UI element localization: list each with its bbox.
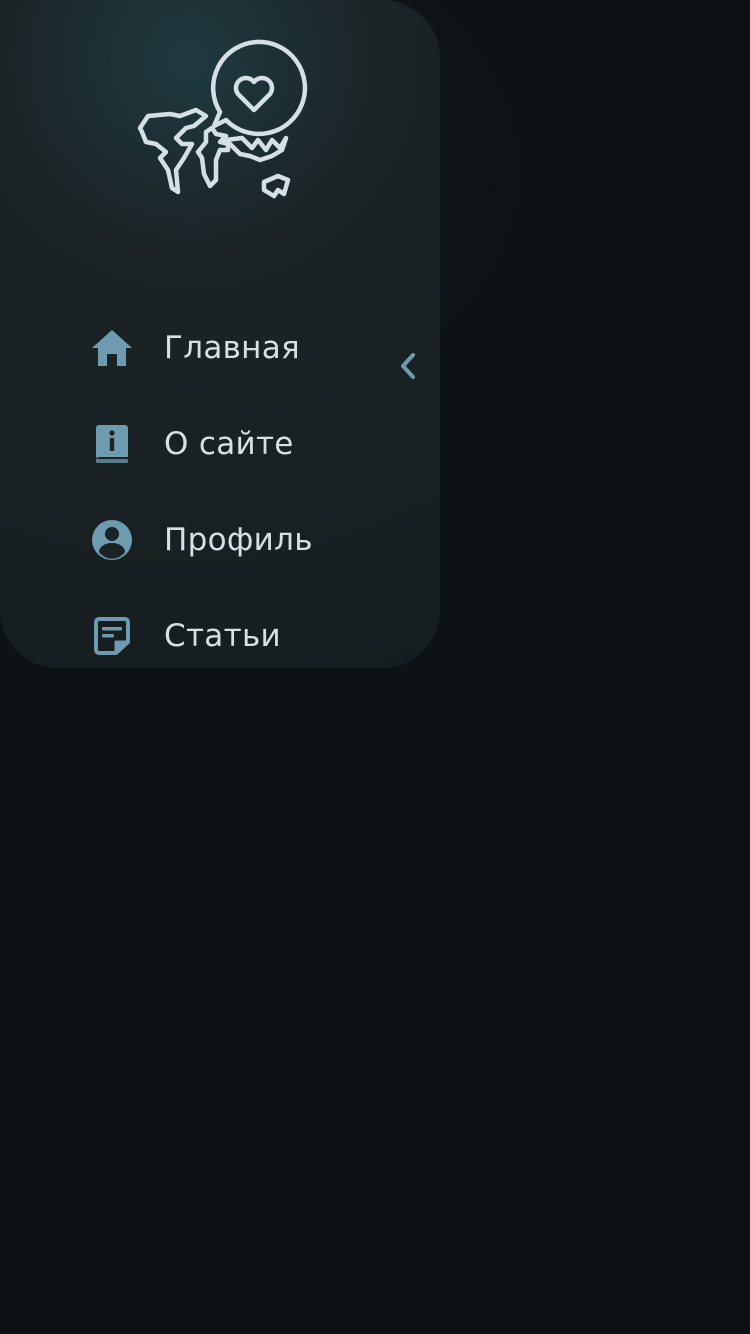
world-map-heart-bubble-icon xyxy=(137,39,308,199)
nav-item-articles[interactable]: Статьи xyxy=(88,606,281,666)
chevron-left-icon xyxy=(401,353,415,379)
side-drawer: Главная О сайте Профиль Статьи xyxy=(0,0,440,668)
home-icon xyxy=(88,324,136,372)
nav-item-label: О сайте xyxy=(164,426,294,462)
nav-item-home[interactable]: Главная xyxy=(88,318,300,378)
article-note-icon xyxy=(88,612,136,660)
user-circle-icon xyxy=(88,516,136,564)
nav-item-label: Главная xyxy=(164,330,300,366)
page: Главная О сайте Профиль Статьи xyxy=(0,0,750,1334)
nav-item-about[interactable]: О сайте xyxy=(88,414,294,474)
nav-item-label: Профиль xyxy=(164,522,313,558)
nav-item-profile[interactable]: Профиль xyxy=(88,510,313,570)
info-book-icon xyxy=(88,420,136,468)
nav-item-label: Статьи xyxy=(164,618,281,654)
collapse-drawer-button[interactable] xyxy=(392,348,424,384)
